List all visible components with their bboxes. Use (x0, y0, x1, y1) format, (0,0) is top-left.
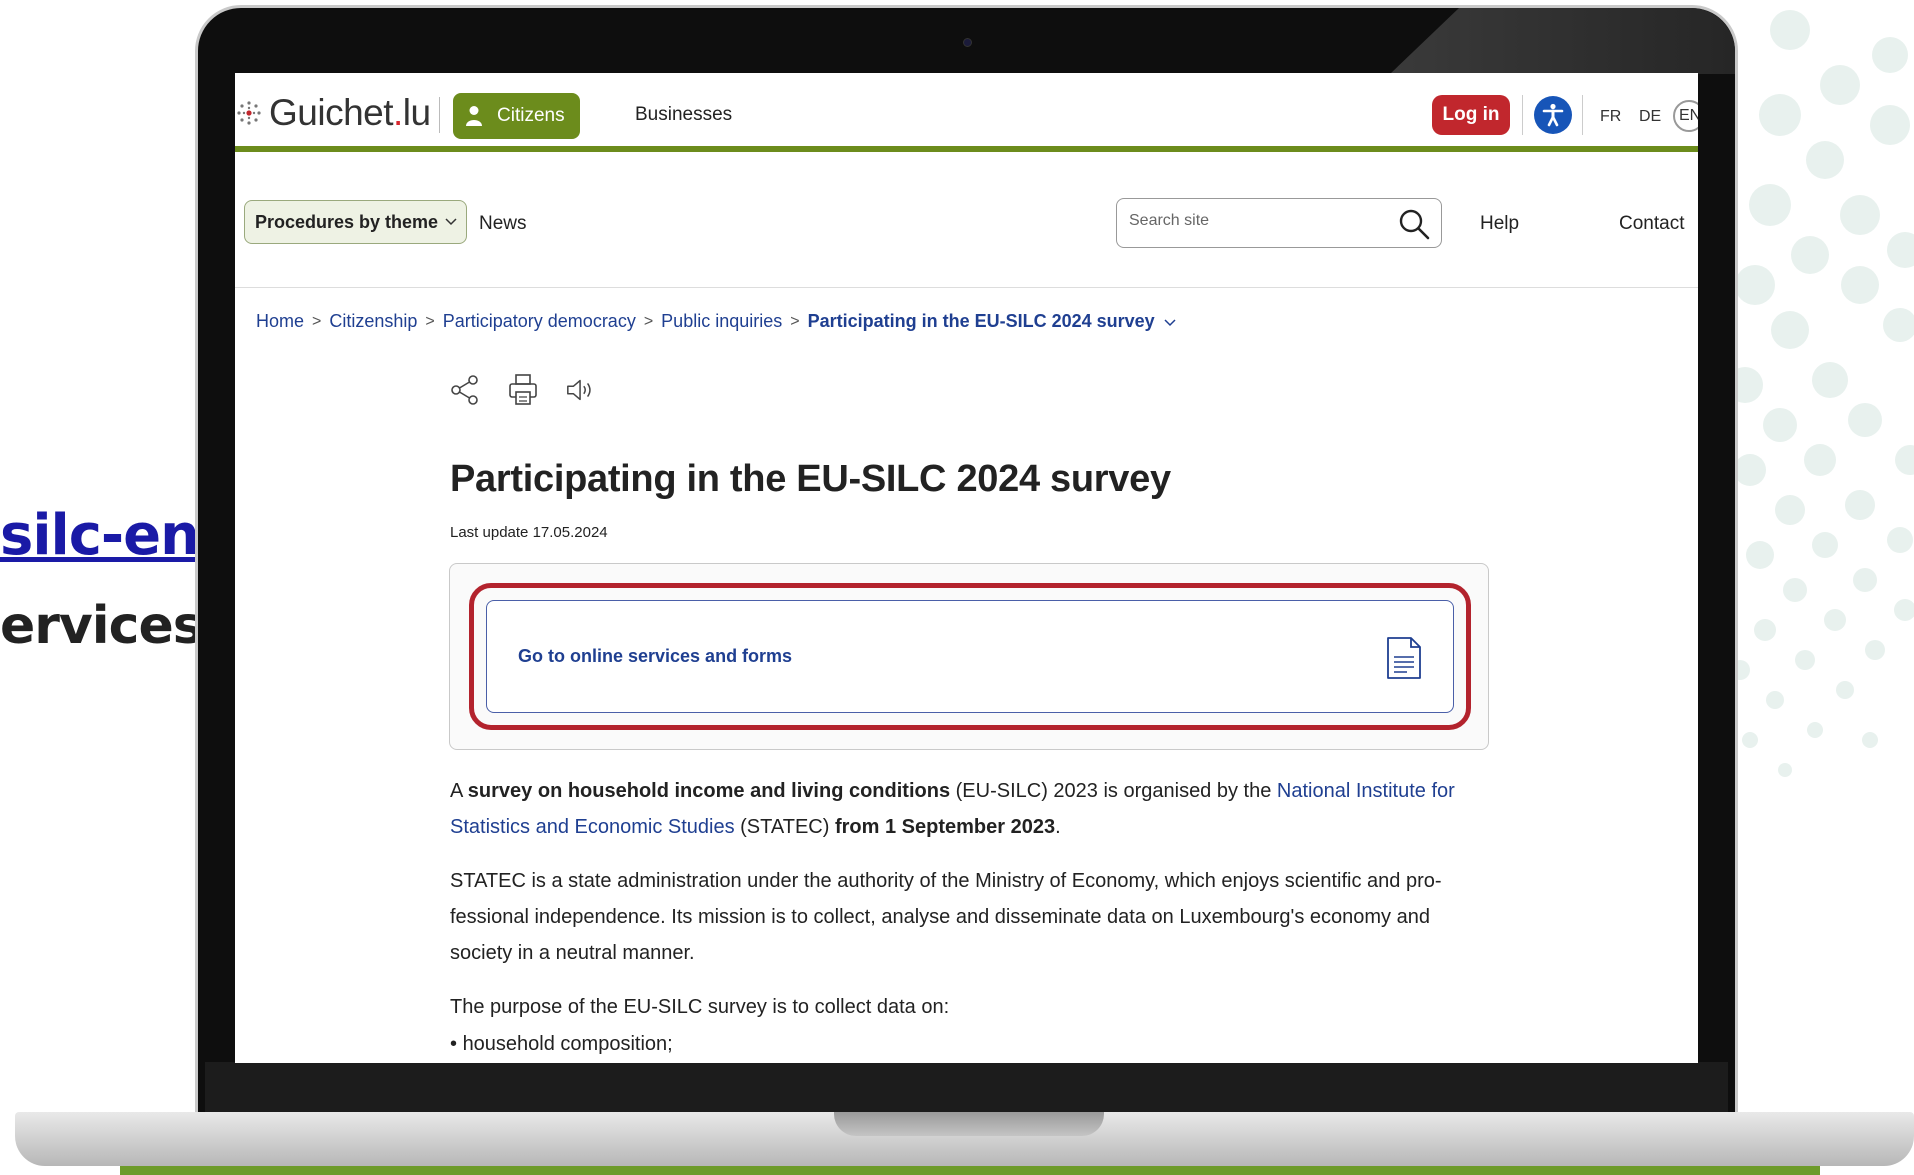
news-link[interactable]: News (479, 213, 527, 235)
accessibility-figure-icon (1542, 103, 1564, 127)
guichet-logo[interactable]: Guichet.lu (235, 92, 431, 133)
chevron-down-icon (445, 218, 457, 226)
language-de[interactable]: DE (1639, 108, 1661, 126)
breadcrumb-home[interactable]: Home (256, 311, 304, 332)
logo-text: Guichet.lu (269, 92, 431, 133)
document-icon (1387, 637, 1421, 679)
slide-link-fragment[interactable]: silc-en. (0, 503, 220, 568)
header-divider-2 (1582, 95, 1583, 135)
chevron-down-icon[interactable] (1163, 315, 1177, 329)
login-button[interactable]: Log in (1432, 95, 1510, 135)
intro-paragraph: A survey on household income and living … (450, 780, 1455, 838)
accessibility-icon[interactable] (1534, 96, 1572, 134)
breadcrumb-separator: > (425, 312, 435, 330)
online-services-link[interactable]: Go to online services and forms (486, 600, 1454, 713)
citizens-button[interactable]: Citizens (453, 93, 580, 139)
procedures-label: Procedures by theme (255, 211, 439, 232)
page-title: Participating in the EU-SILC 2024 survey (450, 458, 1171, 500)
breadcrumb-participatory-democracy[interactable]: Participatory democracy (443, 311, 636, 332)
list-item: • household composition; (450, 1033, 673, 1055)
laptop-chin (205, 1062, 1728, 1117)
help-link[interactable]: Help (1480, 213, 1519, 235)
slide-bold-fragment: ervices (0, 596, 204, 656)
online-services-panel: Go to online services and forms (449, 563, 1489, 750)
last-update: Last update 17.05.2024 (450, 524, 608, 541)
laptop-notch (834, 1112, 1104, 1136)
breadcrumb-current: Participating in the EU-SILC 2024 survey (807, 311, 1155, 331)
breadcrumb-public-inquiries[interactable]: Public inquiries (661, 311, 782, 332)
site-header: Guichet.lu Citizens Businesses Log in FR… (235, 73, 1698, 152)
breadcrumb-citizenship[interactable]: Citizenship (329, 311, 417, 332)
statec-paragraph: STATEC is a state administration under t… (450, 870, 1442, 964)
header-divider (1522, 95, 1523, 135)
main-nav: Procedures by theme News Help Contact (235, 158, 1698, 288)
slide-link-text: silc-en (0, 503, 200, 568)
citizens-label: Citizens (497, 105, 565, 126)
user-icon (466, 106, 482, 126)
purpose-paragraph: The purpose of the EU-SILC survey is to … (450, 996, 950, 1018)
businesses-link[interactable]: Businesses (635, 104, 732, 126)
logo-separator (439, 97, 440, 133)
search-box (1116, 198, 1442, 248)
search-input[interactable] (1129, 212, 1389, 230)
browser-screen: Guichet.lu Citizens Businesses Log in FR… (235, 73, 1698, 1063)
breadcrumb-separator: > (790, 312, 800, 330)
speaker-icon[interactable] (565, 372, 597, 408)
print-icon[interactable] (507, 372, 539, 408)
page-tools (449, 372, 597, 408)
language-fr[interactable]: FR (1600, 108, 1621, 126)
logo-mark-icon (237, 101, 261, 125)
share-icon[interactable] (449, 372, 481, 408)
search-icon[interactable] (1397, 207, 1431, 241)
laptop-camera (963, 38, 972, 47)
breadcrumb-separator: > (312, 312, 322, 330)
breadcrumb-separator: > (643, 312, 654, 330)
language-en[interactable]: EN (1673, 100, 1698, 132)
online-services-label: Go to online services and forms (518, 646, 793, 666)
procedures-by-theme-button[interactable]: Procedures by theme (244, 200, 467, 244)
breadcrumb: Home > Citizenship > Participatory democ… (256, 311, 1177, 332)
contact-link[interactable]: Contact (1619, 213, 1684, 235)
